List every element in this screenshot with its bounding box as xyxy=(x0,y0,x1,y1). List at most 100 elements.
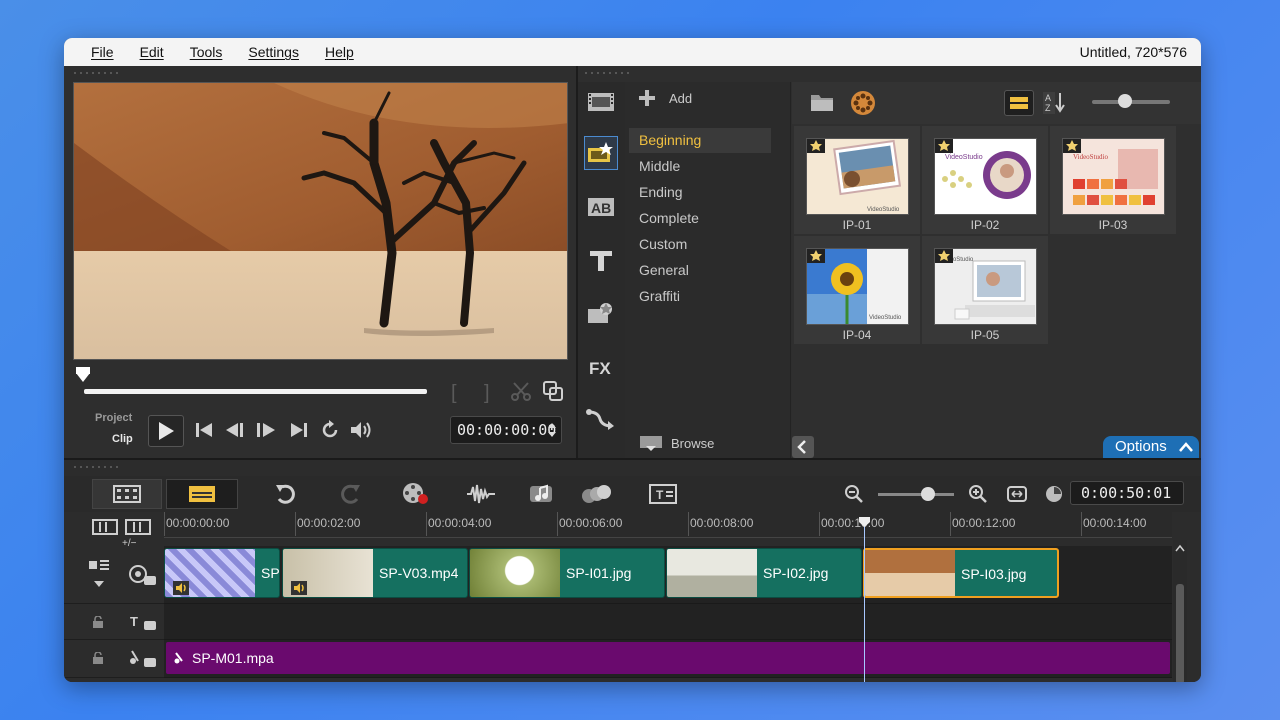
lock-icon[interactable] xyxy=(92,616,104,628)
panel-grip[interactable] xyxy=(72,71,122,75)
transition-tab[interactable]: AB xyxy=(584,190,618,224)
thumbnail-label: IP-05 xyxy=(970,328,1000,342)
category-custom[interactable]: Custom xyxy=(629,232,771,257)
zoom-in-button[interactable] xyxy=(966,479,990,509)
zoom-out-icon xyxy=(845,485,863,503)
thumbnail-ip04[interactable]: VideoStudio IP-04 xyxy=(794,236,920,344)
slider-thumb[interactable] xyxy=(1118,94,1132,108)
category-middle[interactable]: Middle xyxy=(629,154,771,179)
auto-music-button[interactable] xyxy=(526,479,558,509)
play-button[interactable] xyxy=(148,415,184,447)
copy-icon[interactable] xyxy=(542,380,564,408)
thumbnail-ip03[interactable]: VideoStudio IP-03 xyxy=(1050,126,1176,234)
browse-button[interactable]: Browse xyxy=(639,434,714,452)
zoom-out-button[interactable] xyxy=(842,479,866,509)
mode-project[interactable]: Project xyxy=(95,412,132,424)
next-frame-button[interactable] xyxy=(254,418,278,442)
video-clip[interactable]: SP-I01.jpg xyxy=(469,548,665,598)
menu-edit[interactable]: Edit xyxy=(140,44,164,60)
caret-down-icon[interactable] xyxy=(93,580,105,588)
panel-grip[interactable] xyxy=(72,465,122,469)
collapse-library-button[interactable] xyxy=(792,436,814,458)
sound-mixer-button[interactable] xyxy=(464,479,498,509)
menu-settings[interactable]: Settings xyxy=(248,44,299,60)
go-start-button[interactable] xyxy=(192,418,216,442)
title-track-icon[interactable]: T xyxy=(128,612,158,632)
timeline-vertical-scrollbar[interactable] xyxy=(1173,540,1187,682)
film-reel-icon[interactable] xyxy=(850,90,876,116)
undo-button[interactable] xyxy=(270,479,300,509)
filter-tab[interactable]: FX xyxy=(584,350,618,384)
list-view-button[interactable] xyxy=(1004,90,1034,116)
ruler-label: 00:00:08:00 xyxy=(690,516,754,530)
go-end-button[interactable] xyxy=(287,418,311,442)
playhead[interactable] xyxy=(864,518,865,682)
category-graffiti[interactable]: Graffiti xyxy=(629,284,771,309)
spin-arrows-icon[interactable] xyxy=(547,421,557,439)
audio-clip[interactable]: SP-M01.mpa xyxy=(166,642,1170,674)
sort-az-icon[interactable]: AZ xyxy=(1042,91,1068,115)
thumbnail-ip02[interactable]: VideoStudio IP-02 xyxy=(922,126,1048,234)
instant-project-tab[interactable] xyxy=(584,136,618,170)
prev-frame-button[interactable] xyxy=(223,418,247,442)
thumbnail-ip01[interactable]: VideoStudio IP-01 xyxy=(794,126,920,234)
record-icon xyxy=(403,483,428,504)
title-tab[interactable] xyxy=(584,244,618,278)
repeat-button[interactable] xyxy=(318,418,342,442)
project-duration-button[interactable] xyxy=(1042,479,1066,509)
fit-project-button[interactable] xyxy=(1004,479,1030,509)
cut-icon[interactable] xyxy=(510,380,532,408)
path-tab[interactable] xyxy=(584,402,618,436)
mark-in-button[interactable]: [ xyxy=(451,382,457,405)
scrub-handle[interactable] xyxy=(76,367,90,382)
menu-tools[interactable]: Tools xyxy=(190,44,223,60)
category-beginning[interactable]: Beginning xyxy=(629,128,771,153)
add-button[interactable]: Add xyxy=(639,90,692,106)
video-track: SP SP-V03.mp4 SP-I01.jpg SP-I02.jpg SP-I… xyxy=(164,546,1172,604)
motion-tracking-button[interactable] xyxy=(580,479,614,509)
mark-out-button[interactable]: ] xyxy=(484,382,490,405)
music-track-icon[interactable] xyxy=(128,649,158,669)
add-label: Add xyxy=(669,90,693,106)
record-capture-button[interactable] xyxy=(400,479,432,509)
video-clip[interactable]: SP-V03.mp4 xyxy=(282,548,468,598)
track-ripple-icon[interactable] xyxy=(88,558,110,572)
menu-bar: File Edit Tools Settings Help Untitled, … xyxy=(64,38,1201,66)
scrollbar-thumb[interactable] xyxy=(1176,584,1184,682)
mode-clip[interactable]: Clip xyxy=(112,433,133,445)
thumbnail-ip05[interactable]: VideoStudio IP-05 xyxy=(922,236,1048,344)
options-button[interactable]: Options xyxy=(1103,436,1199,458)
playhead-marker-icon[interactable] xyxy=(858,516,871,528)
menu-help[interactable]: Help xyxy=(325,44,354,60)
folder-icon[interactable] xyxy=(810,92,834,112)
video-track-icon[interactable] xyxy=(128,564,158,586)
category-ending[interactable]: Ending xyxy=(629,180,771,205)
timeline-timecode[interactable]: 0:00:50:01 xyxy=(1070,481,1184,505)
volume-button[interactable] xyxy=(349,418,373,442)
speaker-icon xyxy=(351,422,371,438)
redo-button[interactable] xyxy=(336,479,366,509)
chevron-up-icon xyxy=(1179,442,1193,452)
storyboard-view-button[interactable] xyxy=(92,479,162,509)
scrub-bar[interactable] xyxy=(84,389,427,394)
video-clip-selected[interactable]: SP-I03.jpg xyxy=(863,548,1059,598)
subtitle-editor-button[interactable]: T xyxy=(648,479,678,509)
graphic-tab[interactable] xyxy=(584,296,618,330)
panel-grip[interactable] xyxy=(583,71,633,75)
preview-timecode[interactable]: 00:00:00:00 xyxy=(450,416,562,444)
video-clip[interactable]: SP-I02.jpg xyxy=(666,548,862,598)
chevron-up-icon[interactable] xyxy=(1175,544,1185,552)
timeline-view-button[interactable] xyxy=(166,479,238,509)
video-clip[interactable]: SP xyxy=(164,548,280,598)
menu-file[interactable]: File xyxy=(91,44,114,60)
zoom-slider-thumb[interactable] xyxy=(921,487,935,501)
lock-icon[interactable] xyxy=(92,652,104,664)
timeline-ruler[interactable]: 00:00:00:00 00:00:02:00 00:00:04:00 00:0… xyxy=(164,512,1172,538)
plus-icon xyxy=(639,90,655,106)
category-complete[interactable]: Complete xyxy=(629,206,771,231)
instant-project-icon xyxy=(588,142,613,162)
zoom-slider[interactable] xyxy=(878,493,954,496)
category-general[interactable]: General xyxy=(629,258,771,283)
media-tab[interactable] xyxy=(584,84,618,118)
clip-name: SP-I03.jpg xyxy=(961,566,1027,582)
